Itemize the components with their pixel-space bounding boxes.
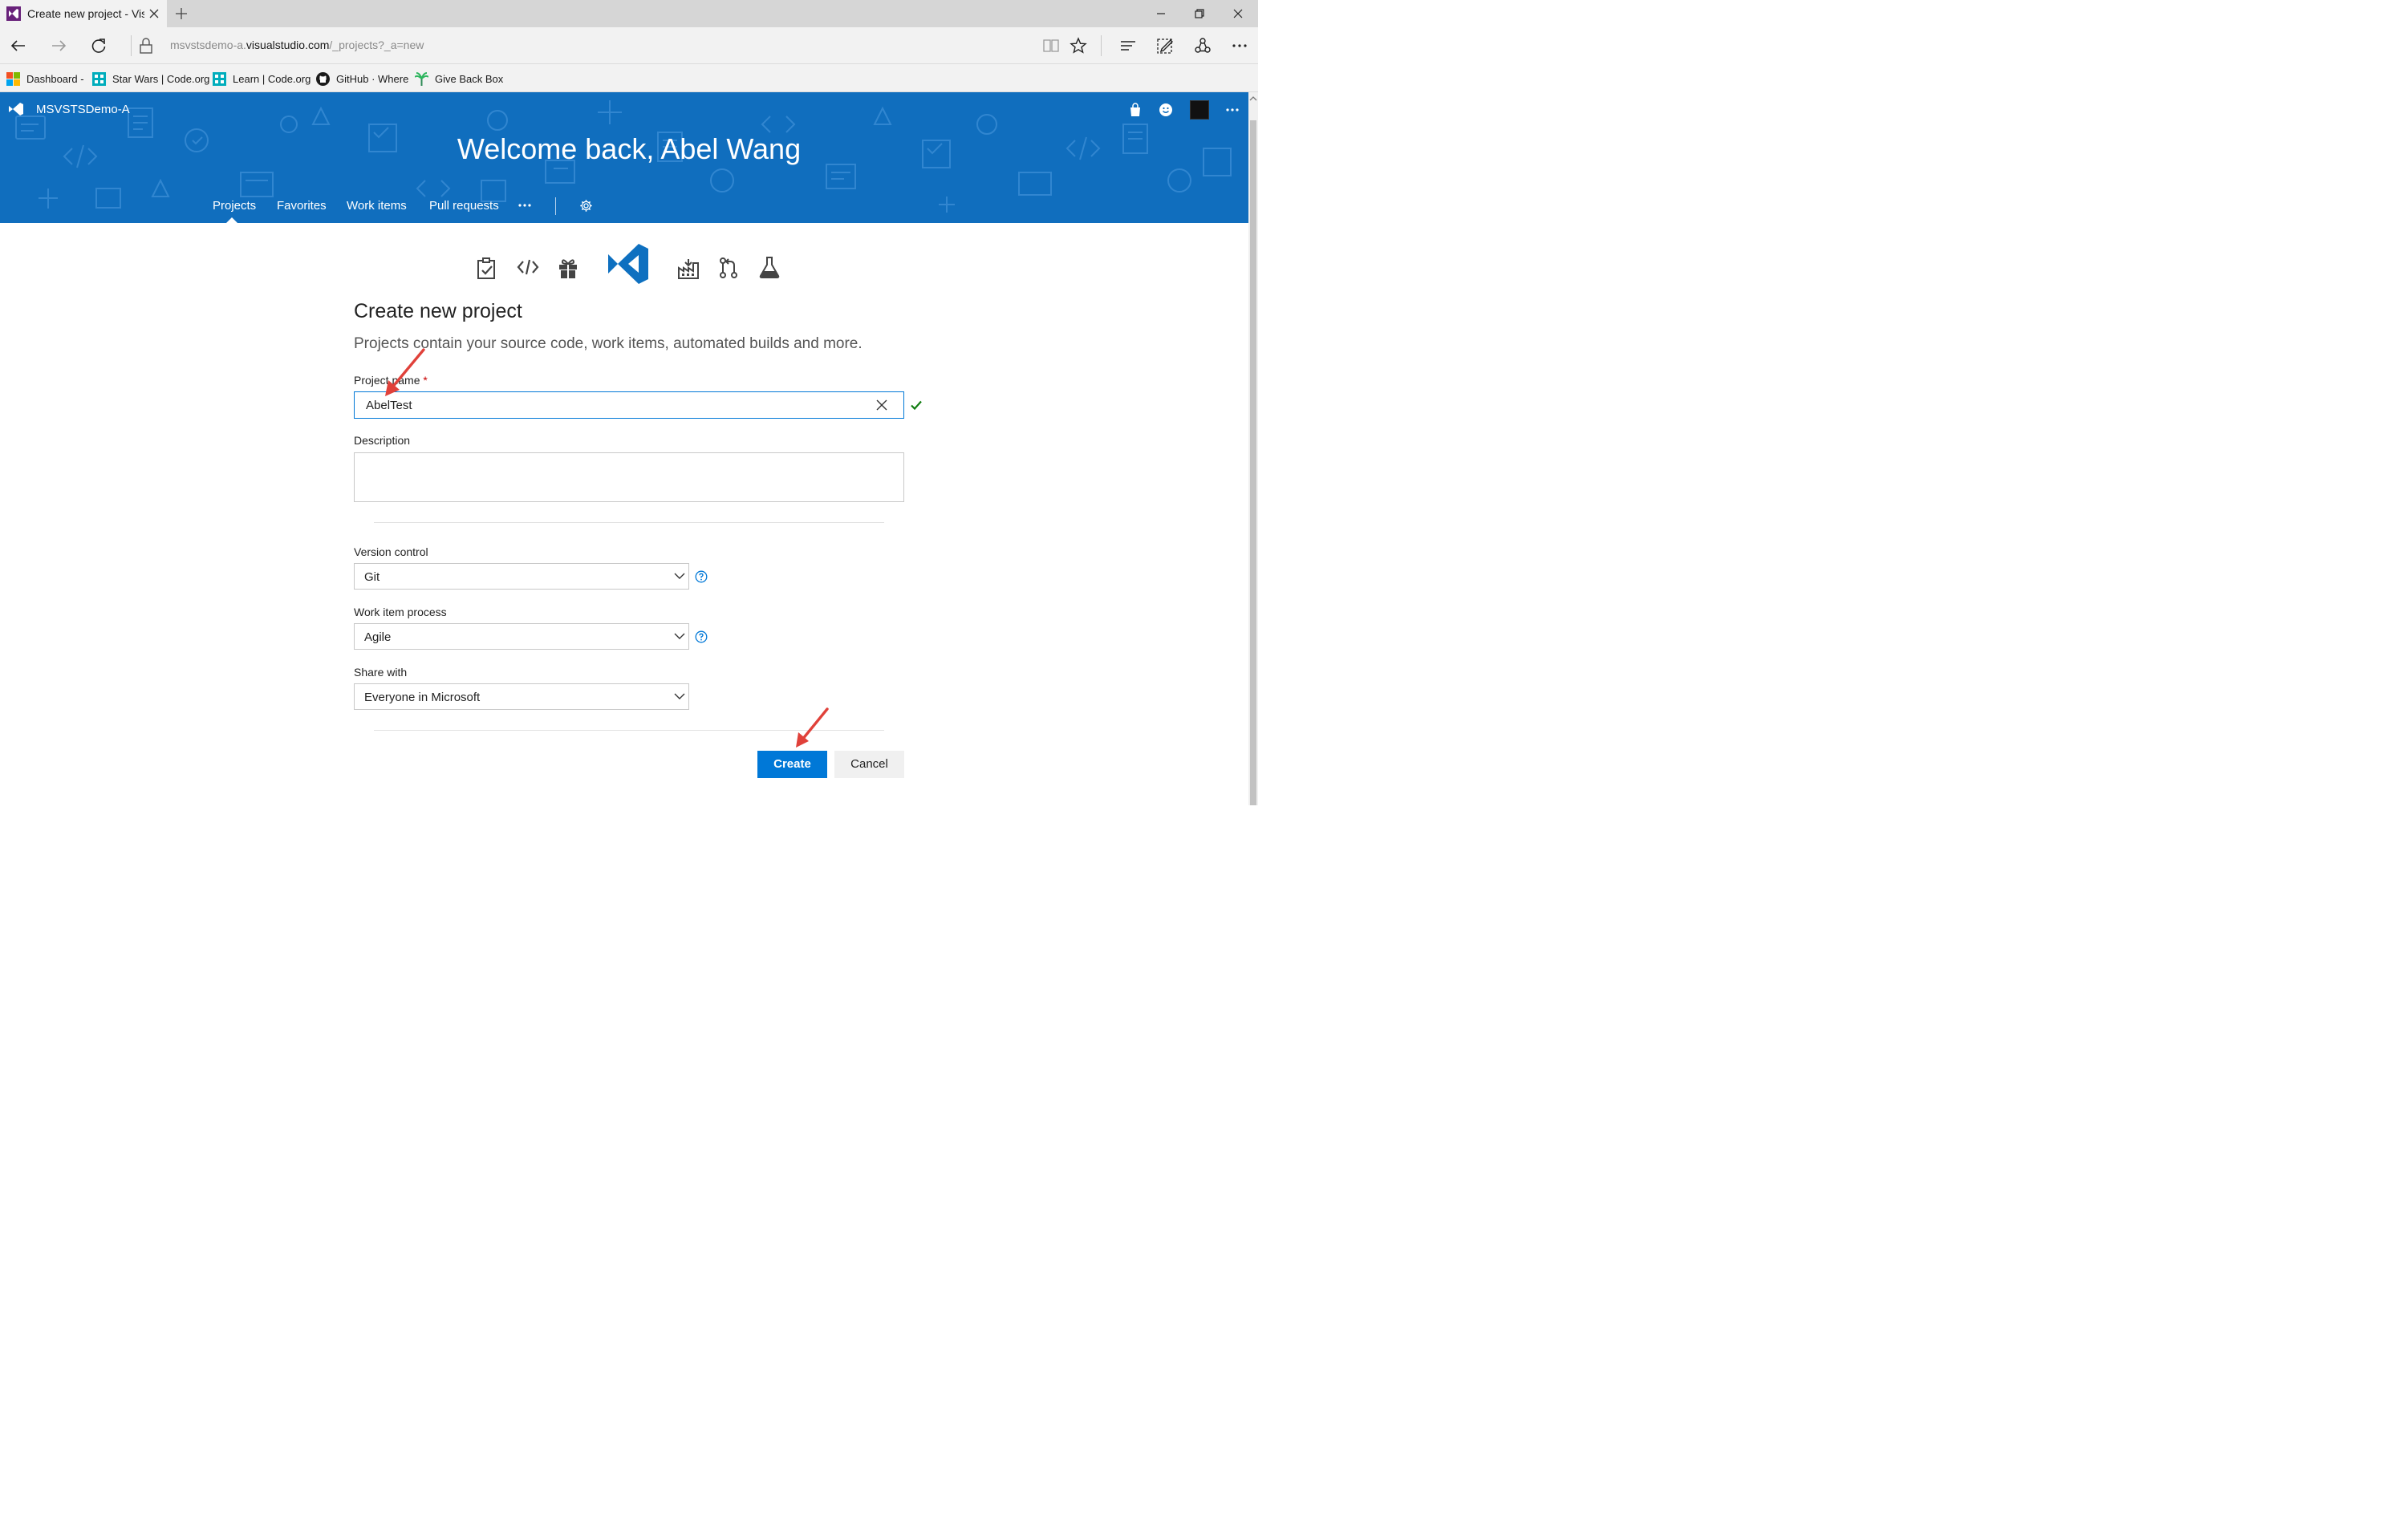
url-path: /_projects?_a=new — [329, 38, 424, 51]
share-with-select[interactable]: Everyone in Microsoft — [354, 683, 689, 710]
back-icon[interactable] — [9, 36, 28, 55]
settings-gear-icon[interactable] — [579, 199, 593, 213]
scrollbar-thumb[interactable] — [1250, 120, 1256, 805]
visual-studio-logo-icon — [608, 244, 648, 284]
nav-separator — [555, 197, 556, 215]
welcome-heading: Welcome back, Abel Wang — [457, 132, 802, 165]
favorite-star-icon[interactable] — [1069, 36, 1088, 55]
pull-request-icon — [720, 257, 737, 278]
page-subtitle: Projects contain your source code, work … — [354, 335, 863, 352]
windows-logo-icon — [6, 71, 20, 86]
favorite-label: Star Wars | Code.org — [112, 72, 210, 85]
lock-icon[interactable] — [138, 37, 154, 55]
forward-icon[interactable] — [49, 36, 68, 55]
palm-tree-icon — [415, 71, 428, 86]
hub-icon[interactable] — [1118, 36, 1138, 55]
visual-studio-logo-icon[interactable] — [8, 102, 24, 116]
close-tab-icon[interactable] — [148, 7, 160, 20]
work-item-process-value: Agile — [364, 630, 392, 644]
nav-work-items[interactable]: Work items — [347, 199, 407, 213]
chevron-down-icon — [674, 633, 685, 639]
gift-icon — [559, 259, 577, 278]
tab-bar: Create new project - Vis — [0, 0, 1258, 27]
favorite-star-wars-code-org[interactable]: Star Wars | Code.org — [92, 71, 209, 87]
project-name-value: AbelTest — [366, 399, 412, 412]
separator — [131, 35, 132, 56]
code-org-icon — [92, 71, 106, 86]
favorite-github[interactable]: GitHub · Where — [316, 71, 408, 87]
active-nav-indicator — [226, 217, 237, 223]
help-icon[interactable] — [695, 570, 708, 583]
separator — [1101, 35, 1102, 56]
browser-tab[interactable]: Create new project - Vis — [0, 0, 167, 27]
account-name[interactable]: MSVSTSDemo-A — [36, 103, 130, 116]
tab-title: Create new project - Vis — [27, 7, 144, 20]
minimize-icon[interactable] — [1154, 6, 1168, 21]
restore-icon[interactable] — [1192, 6, 1207, 21]
refresh-icon[interactable] — [89, 36, 108, 55]
nav-favorites[interactable]: Favorites — [277, 199, 327, 213]
test-beaker-icon — [759, 257, 780, 278]
address-bar: msvstsdemo-a.visualstudio.com/_projects?… — [0, 27, 1258, 64]
clear-icon[interactable] — [876, 399, 887, 411]
favorites-bar: Dashboard - Star Wars | Code.org Learn |… — [0, 64, 1258, 92]
cancel-button[interactable]: Cancel — [834, 751, 904, 778]
favorite-learn-code-org[interactable]: Learn | Code.org — [213, 71, 311, 87]
description-textarea[interactable] — [354, 452, 904, 502]
favorite-label: Dashboard - — [26, 72, 84, 85]
marketplace-bag-icon[interactable] — [1127, 102, 1143, 118]
chevron-down-icon — [674, 573, 685, 579]
project-name-input[interactable]: AbelTest — [354, 391, 904, 419]
favorite-give-back-box[interactable]: Give Back Box — [415, 71, 503, 87]
page-title: Create new project — [354, 300, 522, 322]
share-with-value: Everyone in Microsoft — [364, 691, 481, 704]
work-item-process-select[interactable]: Agile — [354, 623, 689, 650]
work-board-icon — [477, 257, 495, 279]
create-button[interactable]: Create — [757, 751, 827, 778]
annotation-arrow — [385, 348, 425, 396]
work-item-process-label: Work item process — [354, 606, 447, 618]
favorite-label: Learn | Code.org — [233, 72, 311, 85]
favorite-dashboard[interactable]: Dashboard - — [6, 71, 84, 87]
nav-projects[interactable]: Projects — [213, 199, 256, 213]
close-window-icon[interactable] — [1231, 6, 1245, 21]
build-factory-icon — [678, 259, 699, 279]
description-label: Description — [354, 434, 411, 447]
github-icon — [316, 71, 330, 86]
favorite-label: GitHub · Where — [336, 72, 409, 85]
share-icon[interactable] — [1193, 36, 1212, 55]
help-icon[interactable] — [695, 630, 708, 643]
more-options-icon[interactable] — [1224, 102, 1240, 118]
welcome-banner: MSVSTSDemo-A Welcome back, Abel Wang Pro… — [0, 92, 1248, 223]
nav-pull-requests[interactable]: Pull requests — [429, 199, 499, 213]
version-control-select[interactable]: Git — [354, 563, 689, 590]
feedback-smiley-icon[interactable] — [1158, 102, 1174, 118]
nav-more-icon[interactable] — [518, 202, 531, 209]
code-org-icon — [213, 71, 226, 86]
scroll-up-icon[interactable] — [1249, 95, 1257, 103]
version-control-value: Git — [364, 570, 380, 584]
more-options-icon[interactable] — [1230, 36, 1249, 55]
valid-checkmark-icon — [911, 400, 922, 411]
web-note-icon[interactable] — [1155, 36, 1175, 55]
url-domain: visualstudio.com — [246, 38, 330, 51]
url-prefix: msvstsdemo-a. — [170, 38, 246, 51]
divider — [374, 522, 884, 523]
url-field[interactable]: msvstsdemo-a.visualstudio.com/_projects?… — [170, 38, 424, 51]
annotation-arrow — [796, 707, 829, 748]
avatar[interactable] — [1190, 100, 1209, 120]
code-icon — [517, 259, 539, 275]
share-with-label: Share with — [354, 666, 408, 679]
favorite-label: Give Back Box — [435, 72, 504, 85]
new-tab-icon[interactable] — [173, 6, 189, 22]
version-control-label: Version control — [354, 545, 428, 558]
visual-studio-favicon-icon — [6, 6, 21, 21]
reading-view-icon[interactable] — [1041, 36, 1061, 55]
chevron-down-icon — [674, 693, 685, 699]
